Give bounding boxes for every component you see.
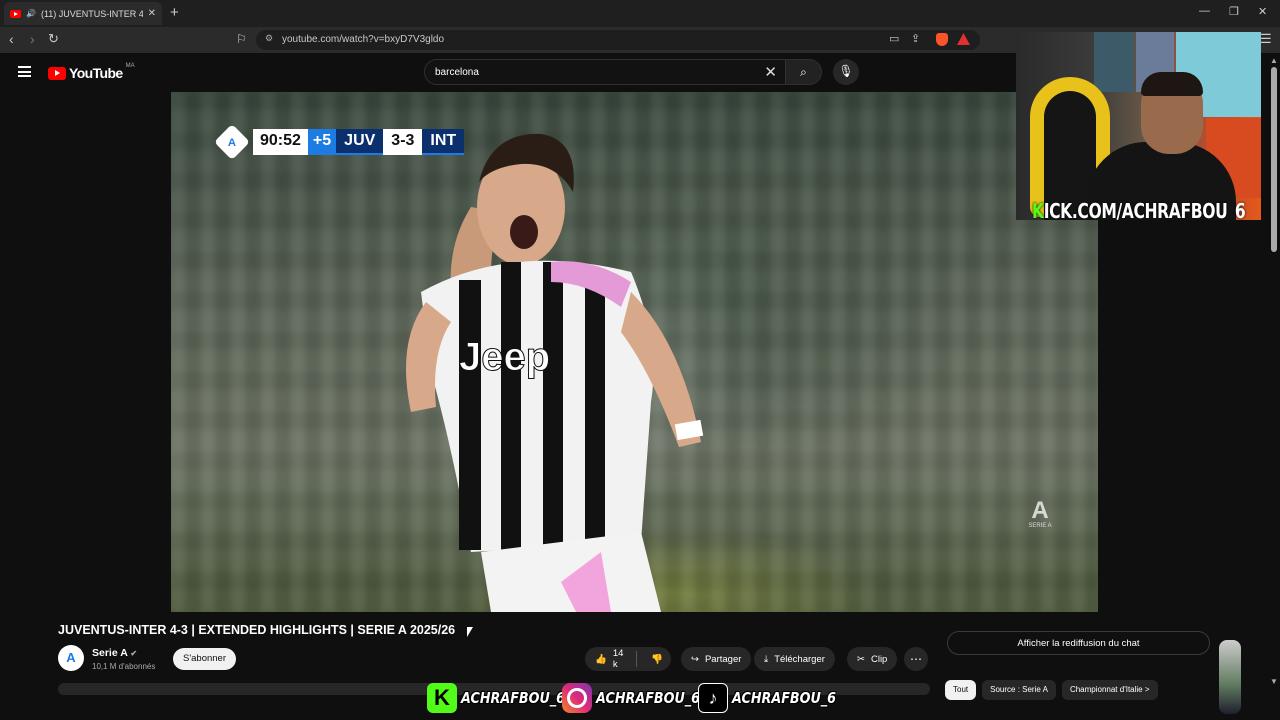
- site-info-icon[interactable]: ⚙: [265, 33, 273, 44]
- serie-a-watermark: A SERIE A: [1026, 497, 1054, 530]
- chip-championship[interactable]: Championnat d'Italie >: [1061, 680, 1158, 700]
- country-code: MA: [125, 63, 135, 69]
- share-icon[interactable]: ⇪: [911, 32, 920, 45]
- subscribe-button[interactable]: S'abonner: [173, 648, 236, 670]
- download-icon: ⤓: [764, 653, 769, 665]
- forward-icon[interactable]: ›: [30, 31, 35, 47]
- away-team: INT: [422, 129, 465, 155]
- minimize-button[interactable]: —: [1199, 5, 1210, 17]
- verified-icon: ✔: [130, 649, 138, 658]
- wall-poster: [1094, 32, 1134, 92]
- match-score: 3-3: [383, 129, 423, 155]
- youtube-header: YouTube MA barcelona ✕ ⌕ 🎙: [0, 53, 1016, 91]
- clip-label: Clip: [870, 653, 888, 665]
- share-button[interactable]: ↪ Partager: [681, 647, 752, 671]
- home-team: JUV: [336, 129, 384, 155]
- video-title: JUVENTUS-INTER 4-3 | EXTENDED HIGHLIGHTS…: [58, 623, 456, 637]
- show-chat-replay-button[interactable]: Afficher la rediffusion du chat: [947, 631, 1210, 655]
- bookmark-icon[interactable]: ⚐: [236, 32, 247, 46]
- voice-search-button[interactable]: 🎙: [833, 59, 859, 85]
- share-label: Partager: [704, 653, 742, 665]
- kick-handle-text: ACHRAFBOU_6: [461, 689, 566, 707]
- subscriber-count: 10,1 M d'abonnés: [92, 662, 156, 671]
- streamer-hair: [1141, 72, 1203, 96]
- channel-avatar[interactable]: A: [58, 645, 84, 671]
- like-dislike-group: 👍 14 k 👎: [585, 647, 671, 671]
- serie-a-watermark-icon: A: [1031, 497, 1049, 524]
- tiktok-handle: ♪ ACHRAFBOU_6: [698, 683, 854, 713]
- channel-name-text: Serie A: [92, 647, 128, 659]
- brave-shield-icon[interactable]: [936, 33, 948, 46]
- clip-button[interactable]: ✂ Clip: [847, 647, 898, 671]
- address-bar[interactable]: ⚙ youtube.com/watch?v=bxyD7V3gldo: [256, 30, 980, 50]
- kick-overlay-text: KICK.COM/ACHRAFBOU_6: [1032, 199, 1246, 220]
- channel-name[interactable]: Serie A ✔: [92, 647, 137, 659]
- close-tab-icon[interactable]: ✕: [148, 8, 156, 19]
- scorebug: A 90:52 +5 JUV 3-3 INT: [213, 123, 465, 161]
- cast-icon[interactable]: ▭: [889, 32, 899, 45]
- thumbs-up-icon: 👍: [595, 653, 607, 665]
- download-label: Télécharger: [774, 653, 825, 665]
- scrollbar-thumb[interactable]: [1271, 67, 1277, 252]
- kick-handle: K ACHRAFBOU_6: [427, 683, 583, 713]
- like-button[interactable]: 👍 14 k: [585, 648, 638, 670]
- scroll-down-icon[interactable]: ▼: [1270, 677, 1278, 686]
- tiktok-logo-icon: ♪: [698, 683, 728, 713]
- watermark-text: SERIE A: [1028, 523, 1052, 529]
- streamer-webcam: KICK.COM/ACHRAFBOU_6: [1016, 32, 1261, 220]
- browser-tab[interactable]: 🔊 (11) JUVENTUS-INTER 4-3 | E ✕: [4, 2, 162, 25]
- scroll-up-icon[interactable]: ▲: [1270, 56, 1278, 65]
- download-button[interactable]: ⤓ Télécharger: [754, 647, 835, 671]
- search-query: barcelona: [435, 67, 479, 78]
- mouse-cursor-icon: [467, 627, 473, 637]
- mic-icon: 🎙: [838, 64, 854, 78]
- search-input[interactable]: barcelona ✕: [424, 59, 786, 85]
- browser-tabstrip: 🔊 (11) JUVENTUS-INTER 4-3 | E ✕ + — ❐ ✕: [0, 0, 1280, 27]
- new-tab-button[interactable]: +: [170, 4, 179, 21]
- chip-all[interactable]: Tout: [945, 680, 977, 700]
- search-button[interactable]: ⌕: [786, 59, 822, 85]
- svg-text:Jeep: Jeep: [459, 335, 550, 379]
- filter-chips: Tout Source : Serie A Championnat d'Ital…: [945, 680, 1158, 700]
- streamer-mascot-logo: [1219, 640, 1241, 714]
- more-actions-button[interactable]: ⋯: [904, 647, 928, 671]
- instagram-handle-text: ACHRAFBOU_6: [596, 689, 701, 707]
- celebrating-player: Jeep: [406, 133, 704, 612]
- youtube-logo[interactable]: YouTube MA: [48, 63, 135, 81]
- like-count: 14 k: [612, 648, 624, 670]
- tab-title: (11) JUVENTUS-INTER 4-3 | E: [40, 8, 143, 19]
- youtube-favicon-icon: [10, 9, 21, 18]
- share-icon: ↪: [691, 653, 699, 665]
- youtube-play-icon: [48, 66, 66, 80]
- browser-menu-icon[interactable]: ☰: [1260, 31, 1272, 47]
- added-time: +5: [307, 129, 337, 155]
- instagram-logo-icon: [562, 683, 592, 713]
- scissors-icon: ✂: [857, 653, 865, 665]
- youtube-wordmark: YouTube: [69, 65, 123, 81]
- tiktok-handle-text: ACHRAFBOU_6: [732, 689, 837, 707]
- menu-icon[interactable]: [18, 66, 31, 77]
- search-icon: ⌕: [800, 65, 807, 79]
- instagram-handle: ACHRAFBOU_6: [562, 683, 718, 713]
- reload-icon[interactable]: ↻: [48, 31, 59, 47]
- clear-search-icon[interactable]: ✕: [764, 63, 777, 81]
- speaker-icon[interactable]: 🔊: [26, 9, 36, 18]
- serie-a-logo-icon: A: [213, 123, 251, 161]
- match-clock: 90:52: [253, 129, 308, 155]
- dislike-button[interactable]: 👎: [643, 654, 671, 665]
- close-window-button[interactable]: ✕: [1258, 5, 1267, 18]
- back-icon[interactable]: ‹: [9, 31, 14, 47]
- maximize-button[interactable]: ❐: [1229, 5, 1239, 18]
- video-player[interactable]: Jeep A 90:52 +5 JUV 3-3 INT A SERIE A: [171, 92, 1098, 612]
- page-scrollbar[interactable]: ▲ ▼: [1268, 55, 1280, 695]
- kick-logo-icon: K: [427, 683, 457, 713]
- url-text: youtube.com/watch?v=bxyD7V3gldo: [282, 34, 445, 45]
- thumbs-down-icon: 👎: [651, 653, 663, 665]
- chip-source[interactable]: Source : Serie A: [982, 680, 1056, 700]
